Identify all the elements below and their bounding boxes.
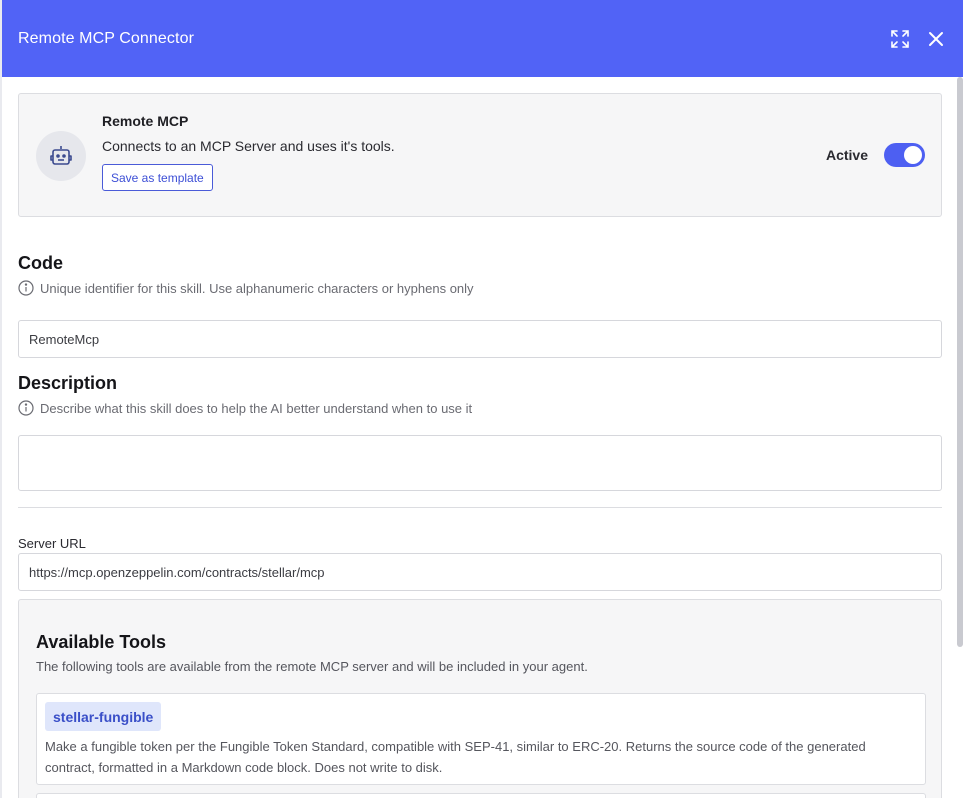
info-icon [18, 400, 34, 416]
server-url-label: Server URL [18, 536, 86, 551]
code-input[interactable]: RemoteMcp [18, 320, 942, 358]
code-help: Unique identifier for this skill. Use al… [18, 280, 474, 296]
available-tools-subtitle: The following tools are available from t… [36, 659, 588, 674]
tool-card: stellar-fungible Make a fungible token p… [36, 693, 926, 785]
code-title: Code [18, 253, 63, 273]
robot-icon [36, 131, 86, 181]
active-label: Active [825, 147, 868, 163]
section-divider [18, 507, 942, 508]
available-tools-panel: Available Tools The following tools are … [18, 599, 942, 798]
tool-description: Make a fungible token per the Fungible T… [45, 739, 866, 775]
dialog-header: Remote MCP Connector [2, 0, 963, 77]
active-control: Active [826, 143, 925, 167]
description-help-text: Describe what this skill does to help th… [40, 400, 473, 416]
header-actions [889, 28, 947, 50]
skill-summary-card: Remote MCP Connects to an MCP Server and… [18, 93, 942, 217]
code-help-text: Unique identifier for this skill. Use al… [40, 280, 474, 296]
expand-icon[interactable] [889, 28, 911, 50]
description-title: Description [18, 373, 118, 393]
tool-card [36, 793, 926, 798]
info-icon [18, 280, 34, 296]
toggle-knob [904, 146, 922, 164]
skill-description: Connects to an MCP Server and uses it's … [102, 138, 395, 154]
close-icon[interactable] [925, 28, 947, 50]
scrollbar[interactable] [957, 77, 963, 647]
connector-dialog: Remote MCP Connector Remote MCP Connects… [2, 0, 963, 798]
save-as-template-button[interactable]: Save as template [102, 164, 213, 191]
skill-name: Remote MCP [102, 113, 189, 129]
active-toggle[interactable] [884, 143, 925, 167]
description-help: Describe what this skill does to help th… [18, 400, 472, 416]
available-tools-title: Available Tools [36, 632, 167, 652]
server-url-input[interactable]: https://mcp.openzeppelin.com/contracts/s… [18, 553, 942, 591]
dialog-title: Remote MCP Connector [18, 29, 194, 47]
tool-name-badge: stellar-fungible [45, 702, 162, 731]
description-textarea[interactable] [18, 435, 942, 491]
